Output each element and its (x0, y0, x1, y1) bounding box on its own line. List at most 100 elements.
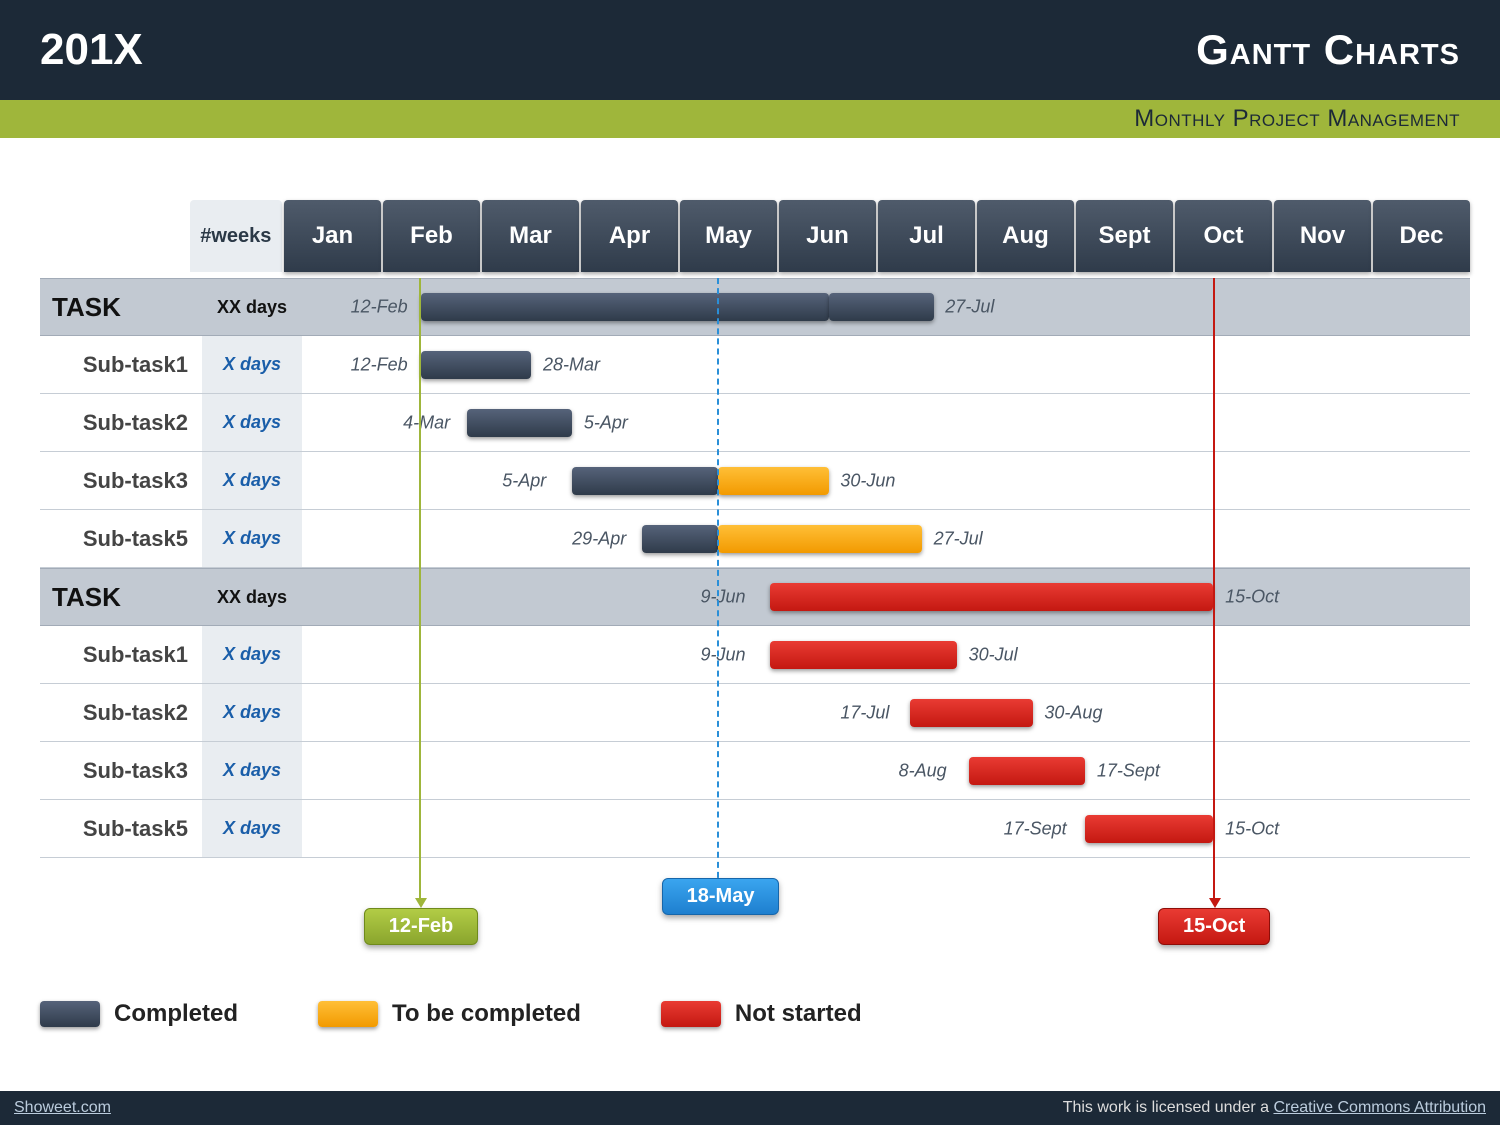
gantt-bar (910, 699, 1032, 727)
task-duration: XX days (202, 569, 302, 625)
date-label: 17-Sept (1004, 818, 1067, 839)
legend-label: Not started (735, 1000, 862, 1028)
gantt-bar (642, 525, 718, 553)
timeline-header: #weeks JanFebMarAprMayJunJulAugSeptOctNo… (40, 200, 1470, 272)
month-header: Oct (1175, 200, 1272, 272)
month-header: Sept (1076, 200, 1173, 272)
legend: Completed To be completed Not started (40, 1000, 862, 1028)
date-label: 9-Jun (700, 644, 745, 665)
month-header: Apr (581, 200, 678, 272)
legend-label: To be completed (392, 1000, 581, 1028)
gantt-bar (770, 641, 957, 669)
footer-license-link[interactable]: Creative Commons Attribution (1273, 1099, 1486, 1116)
task-duration: X days (202, 800, 302, 857)
month-header: Mar (482, 200, 579, 272)
date-label: 15-Oct (1225, 587, 1279, 608)
gantt-bar (1085, 815, 1213, 843)
date-label: 30-Jul (969, 644, 1018, 665)
marker-line (419, 278, 421, 898)
date-label: 17-Jul (840, 702, 889, 723)
task-duration: X days (202, 336, 302, 393)
marker-tag: 15-Oct (1158, 908, 1270, 945)
date-label: 29-Apr (572, 528, 626, 549)
gantt-bar (421, 293, 829, 321)
gantt-bar (572, 467, 718, 495)
gantt-bar (718, 467, 829, 495)
markers-layer: 18-May 12-Feb 15-Oct (40, 858, 1470, 958)
date-label: 5-Apr (502, 470, 546, 491)
date-label: 15-Oct (1225, 818, 1279, 839)
date-label: 27-Jul (934, 528, 983, 549)
weeks-column-header: #weeks (190, 200, 282, 272)
task-duration: X days (202, 626, 302, 683)
gantt-bar (829, 293, 934, 321)
gantt-bar (467, 409, 572, 437)
task-name: Sub-task3 (40, 742, 200, 799)
month-header: May (680, 200, 777, 272)
legend-swatch (318, 1001, 378, 1027)
footer-left-link[interactable]: Showeet.com (14, 1099, 111, 1117)
task-duration: X days (202, 452, 302, 509)
marker-line (1213, 278, 1215, 898)
month-header: Feb (383, 200, 480, 272)
task-row-main: TASKXX days 9-Jun 15-Oct (40, 568, 1470, 626)
task-name: Sub-task3 (40, 452, 200, 509)
task-row-main: TASKXX days12-Feb27-Jul (40, 278, 1470, 336)
task-timeline: 12-Feb27-Jul (304, 279, 1470, 335)
gantt-bar (969, 757, 1086, 785)
header-year: 201X (40, 25, 143, 75)
header-title: Gantt Charts (1196, 26, 1460, 74)
task-name: Sub-task2 (40, 394, 200, 451)
legend-item: Completed (40, 1000, 238, 1028)
month-header: Jul (878, 200, 975, 272)
task-row: Sub-task2X days4-Mar5-Apr (40, 394, 1470, 452)
task-timeline: 4-Mar 5-Apr (304, 394, 1470, 451)
task-timeline: 9-Jun 30-Jul (304, 626, 1470, 683)
task-name: TASK (40, 569, 200, 625)
gantt-bar (770, 583, 1213, 611)
marker-tag: 18-May (662, 878, 780, 915)
date-label: 30-Jun (840, 470, 895, 491)
task-timeline: 8-Aug17-Sept (304, 742, 1470, 799)
date-label: 12-Feb (351, 354, 408, 375)
task-duration: XX days (202, 279, 302, 335)
legend-item: Not started (661, 1000, 862, 1028)
months-container: JanFebMarAprMayJunJulAugSeptOctNovDec (282, 200, 1470, 272)
task-duration: X days (202, 510, 302, 567)
month-header: Nov (1274, 200, 1371, 272)
subheader-bar: Monthly Project Management (0, 100, 1500, 138)
gantt-bar (421, 351, 532, 379)
month-header: Jun (779, 200, 876, 272)
date-label: 17-Sept (1097, 760, 1160, 781)
footer-right: This work is licensed under a Creative C… (1063, 1099, 1486, 1117)
task-timeline: 12-Feb 28-Mar (304, 336, 1470, 393)
date-label: 28-Mar (543, 354, 600, 375)
date-label: 27-Jul (945, 297, 994, 318)
legend-swatch (40, 1001, 100, 1027)
task-row: Sub-task1X days 9-Jun 30-Jul (40, 626, 1470, 684)
header-bar: 201X Gantt Charts (0, 0, 1500, 100)
task-duration: X days (202, 742, 302, 799)
date-label: 30-Aug (1044, 702, 1102, 723)
task-row: Sub-task5X days29-Apr27-Jul (40, 510, 1470, 568)
month-header: Jan (284, 200, 381, 272)
footer: Showeet.com This work is licensed under … (0, 1091, 1500, 1125)
task-row: Sub-task1X days12-Feb28-Mar (40, 336, 1470, 394)
gantt-chart: #weeks JanFebMarAprMayJunJulAugSeptOctNo… (40, 200, 1470, 958)
task-row: Sub-task2X days17-Jul30-Aug (40, 684, 1470, 742)
task-row: Sub-task5X days17-Sept15-Oct (40, 800, 1470, 858)
gantt-bar (718, 525, 922, 553)
task-timeline: 9-Jun 15-Oct (304, 569, 1470, 625)
month-header: Dec (1373, 200, 1470, 272)
legend-label: Completed (114, 1000, 238, 1028)
rows-container: TASKXX days12-Feb27-JulSub-task1X days12… (40, 278, 1470, 858)
date-label: 5-Apr (584, 412, 628, 433)
marker-tag: 12-Feb (364, 908, 478, 945)
task-timeline: 17-Jul 30-Aug (304, 684, 1470, 741)
date-label: 4-Mar (403, 412, 450, 433)
header-subtitle: Monthly Project Management (1134, 105, 1460, 133)
task-duration: X days (202, 684, 302, 741)
date-label: 9-Jun (700, 587, 745, 608)
task-row: Sub-task3X days 5-Apr 30-Jun (40, 452, 1470, 510)
task-name: Sub-task1 (40, 626, 200, 683)
